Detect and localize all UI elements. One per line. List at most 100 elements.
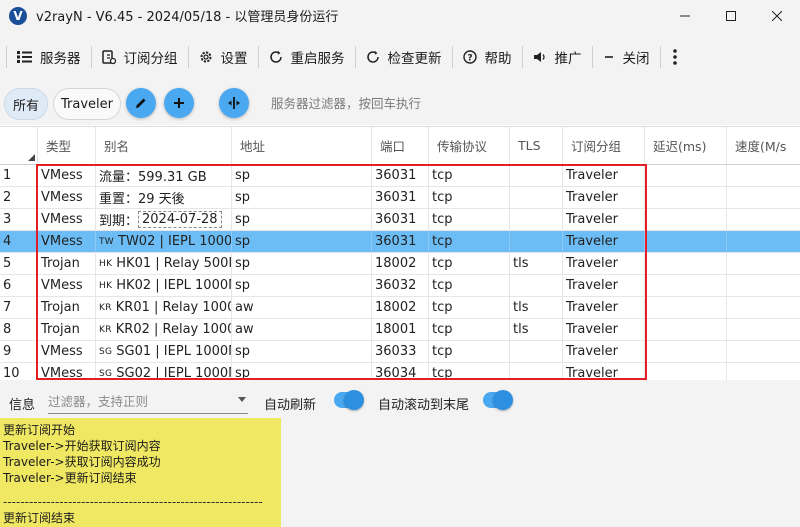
header-corner[interactable] <box>0 127 38 164</box>
table-row[interactable]: 8TrojanKRKR02 | Relay 1000Maw18001tcptls… <box>0 319 800 341</box>
more-vertical-icon[interactable] <box>661 39 689 75</box>
column-header-latency[interactable]: 延迟(ms) <box>645 127 727 164</box>
expiry-date: 2024-07-28 <box>138 211 222 228</box>
cell-speed <box>727 231 800 252</box>
help-icon: ? <box>462 50 477 64</box>
alias-text: 流量：599.31 GB <box>99 170 207 185</box>
cell-port: 36031 <box>372 209 429 230</box>
cell-network: tcp <box>429 363 510 380</box>
auto-scroll-toggle[interactable] <box>483 390 513 410</box>
alias-text: 重置：29 天後 <box>99 192 185 207</box>
close-app-button[interactable]: 关闭 <box>593 39 660 75</box>
cell-type: VMess <box>38 231 96 252</box>
cell-tls <box>510 209 563 230</box>
check-update-label: 检查更新 <box>387 51 442 67</box>
help-menu-label: 帮助 <box>484 51 512 67</box>
pencil-icon[interactable] <box>126 88 156 118</box>
cell-tls <box>510 275 563 296</box>
column-header-alias[interactable]: 别名 <box>96 127 232 164</box>
cell-address: aw <box>232 319 372 340</box>
log-line: 更新订阅开始 <box>3 423 76 437</box>
alias-text: HK02 | IEPL 1000M <box>116 278 232 293</box>
check-update-button[interactable]: 检查更新 <box>356 39 452 75</box>
log-output[interactable]: 更新订阅开始 Traveler->开始获取订阅内容 Traveler->获取订阅… <box>0 418 281 527</box>
plus-icon[interactable] <box>164 88 194 118</box>
servers-menu-button[interactable]: 服务器 <box>7 39 91 75</box>
group-tab-all[interactable]: 所有 <box>4 88 48 120</box>
server-filter-input[interactable] <box>271 92 471 114</box>
cell-speed <box>727 275 800 296</box>
row-number: 6 <box>0 275 38 296</box>
chevron-down-icon[interactable] <box>238 397 246 402</box>
table-row[interactable]: 6 VMess HK HK02 | IEPL 1000M sp 36032 tcp Trave… <box>0 275 800 297</box>
toggle-knob <box>493 390 513 410</box>
cell-address: sp <box>232 231 372 252</box>
svg-text:?: ? <box>467 54 472 64</box>
cell-network: tcp <box>429 209 510 230</box>
cell-subscription: Traveler <box>563 165 645 186</box>
table-row[interactable]: 9 VMess SG SG01 | IEPL 1000M sp 36033 tcp Trave… <box>0 341 800 363</box>
cell-alias: 重置：29 天後 <box>96 187 232 208</box>
cell-port: 36034 <box>372 363 429 380</box>
cell-tls: tls <box>510 253 563 274</box>
flag-icon: SG <box>99 368 113 379</box>
cell-network: tcp <box>429 253 510 274</box>
table-row[interactable]: 2 VMess 重置：29 天後 sp 36031 tcp Traveler <box>0 187 800 209</box>
column-header-type[interactable]: 类型 <box>38 127 96 164</box>
cell-speed <box>727 363 800 380</box>
table-row[interactable]: 5 Trojan HK HK01 | Relay 500M sp 18002 tcp tls T… <box>0 253 800 275</box>
move-icon[interactable] <box>219 88 249 118</box>
auto-scroll-label: 自动滚动到末尾 <box>378 398 470 413</box>
cell-port: 36032 <box>372 275 429 296</box>
minimize-icon[interactable] <box>662 0 708 31</box>
table-row[interactable]: 7TrojanKRKR01 | Relay 1000Maw18002tcptls… <box>0 297 800 319</box>
row-number: 1 <box>0 165 38 186</box>
column-header-tls[interactable]: TLS <box>510 127 563 164</box>
update-icon <box>366 51 379 63</box>
column-header-subscription[interactable]: 订阅分组 <box>563 127 645 164</box>
row-number: 7 <box>0 297 38 318</box>
cell-tls <box>510 165 563 186</box>
cell-subscription: Traveler <box>563 319 645 340</box>
flag-icon: TW <box>99 236 114 247</box>
promotion-button[interactable]: 推广 <box>523 39 592 75</box>
window-title: v2rayN - V6.45 - 2024/05/18 - 以管理员身份运行 <box>36 10 339 25</box>
column-header-address[interactable]: 地址 <box>232 127 372 164</box>
auto-refresh-toggle[interactable] <box>334 390 364 410</box>
cell-tls <box>510 341 563 362</box>
cell-address: sp <box>232 341 372 362</box>
server-table: 类型 别名 地址 端口 传输协议 TLS 订阅分组 延迟(ms) 速度(M/s … <box>0 126 800 380</box>
cell-alias: HK HK02 | IEPL 1000M <box>96 275 232 296</box>
table-row[interactable]: 4 VMess TW TW02 | IEPL 1000M sp 36031 tcp Trave… <box>0 231 800 253</box>
column-header-network[interactable]: 传输协议 <box>429 127 510 164</box>
cell-latency <box>645 253 727 274</box>
cell-address: sp <box>232 187 372 208</box>
close-icon[interactable] <box>754 0 800 31</box>
cell-subscription: Traveler <box>563 297 645 318</box>
help-menu-button[interactable]: ? 帮助 <box>453 39 522 75</box>
log-filter-input[interactable] <box>48 394 228 409</box>
maximize-icon[interactable] <box>708 0 754 31</box>
settings-menu-button[interactable]: 设置 <box>189 39 258 75</box>
column-header-speed[interactable]: 速度(M/s <box>727 127 800 164</box>
alias-text: SG01 | IEPL 1000M <box>116 344 232 359</box>
cell-speed <box>727 297 800 318</box>
cell-address: sp <box>232 165 372 186</box>
cell-port: 36031 <box>372 187 429 208</box>
cell-alias: TW TW02 | IEPL 1000M <box>96 231 232 252</box>
subscription-menu-button[interactable]: 订阅分组 <box>92 39 188 75</box>
restart-service-button[interactable]: 重启服务 <box>259 39 355 75</box>
alias-text: KR01 | Relay 1000M <box>115 300 231 315</box>
table-row[interactable]: 1 VMess 流量：599.31 GB sp 36031 tcp Traveler <box>0 165 800 187</box>
settings-menu-label: 设置 <box>220 51 248 67</box>
cell-tls: tls <box>510 297 563 318</box>
group-tab-traveler[interactable]: Traveler <box>53 88 121 120</box>
column-header-port[interactable]: 端口 <box>372 127 429 164</box>
log-filter-combobox[interactable] <box>48 390 248 414</box>
table-row[interactable]: 10 VMess SG SG02 | IEPL 1000M sp 36034 tcp Trav… <box>0 363 800 380</box>
cell-network: tcp <box>429 165 510 186</box>
cell-alias: 到期： 2024-07-28 <box>96 209 232 230</box>
restart-icon <box>269 51 282 63</box>
table-row[interactable]: 3 VMess 到期： 2024-07-28 sp 36031 tcp Traveler <box>0 209 800 231</box>
cell-port: 36033 <box>372 341 429 362</box>
